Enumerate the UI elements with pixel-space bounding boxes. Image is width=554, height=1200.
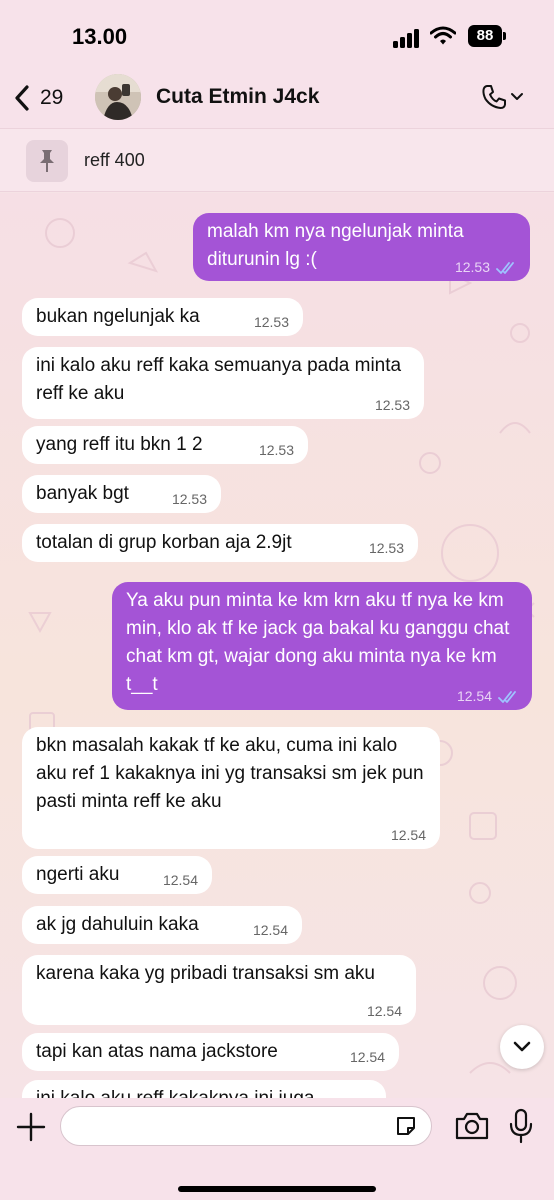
home-indicator (178, 1186, 376, 1192)
contact-name[interactable]: Cuta Etmin J4ck (156, 85, 319, 109)
back-unread-count: 29 (40, 86, 64, 109)
camera-icon[interactable] (454, 1110, 490, 1142)
message-text: bukan ngelunjak ka (36, 306, 200, 327)
pinned-text: reff 400 (84, 150, 145, 170)
battery-icon: 88 (468, 25, 502, 47)
avatar-photo (95, 74, 141, 120)
message-time: 12.54 (366, 1003, 402, 1019)
battery-tip (503, 32, 506, 40)
message-text: Ya aku pun minta ke km krn aku tf nya ke… (126, 590, 510, 695)
phone-icon (482, 85, 506, 109)
message-text: tapi kan atas nama jackstore (36, 1041, 278, 1062)
message-outgoing[interactable]: malah km nya ngelunjak minta diturunin l… (193, 213, 530, 281)
message-text: yang reff itu bkn 1 2 (36, 434, 203, 455)
message-text: ini kalo aku reff kaka semuanya pada min… (36, 355, 402, 404)
back-chevron-icon (15, 85, 29, 111)
message-time: 12.53 (374, 397, 410, 413)
read-ticks-icon (498, 691, 516, 703)
message-text: ak jg dahuluin kaka (36, 914, 199, 935)
message-time: 12.54 (162, 872, 198, 888)
read-ticks-icon (496, 262, 514, 274)
message-text: bkn masalah kakak tf ke aku, cuma ini ka… (36, 735, 424, 812)
message-text: totalan di grup korban aja 2.9jt (36, 532, 292, 553)
mic-icon[interactable] (508, 1108, 534, 1144)
chevron-down-icon (511, 93, 523, 100)
chat-header: 29 Cuta Etmin J4ck (0, 66, 554, 128)
pin-icon (40, 150, 54, 172)
message-input[interactable] (60, 1106, 432, 1146)
message-time: 12.54 (252, 922, 288, 938)
message-outgoing[interactable]: Ya aku pun minta ke km krn aku tf nya ke… (112, 582, 532, 710)
chevron-down-icon (513, 1041, 531, 1052)
message-text: karena kaka yg pribadi transaksi sm aku (36, 963, 375, 984)
wifi-icon (430, 26, 456, 45)
chat-area[interactable]: malah km nya ngelunjak minta diturunin l… (0, 193, 554, 1098)
plus-icon[interactable] (14, 1110, 48, 1144)
message-incoming[interactable]: ini kalo aku reff kaka semuanya pada min… (22, 347, 424, 419)
message-time: 12.53 (171, 491, 207, 507)
message-time: 12.54 (349, 1049, 385, 1065)
status-bar: 13.00 88 (0, 0, 554, 66)
message-incoming[interactable]: karena kaka yg pribadi transaksi sm aku … (22, 955, 416, 1025)
message-incoming[interactable]: banyak bgt 12.53 (22, 475, 221, 513)
message-time: 12.53 (258, 442, 294, 458)
message-incoming[interactable]: bkn masalah kakak tf ke aku, cuma ini ka… (22, 727, 440, 849)
message-incoming[interactable]: totalan di grup korban aja 2.9jt 12.53 (22, 524, 418, 562)
back-button[interactable]: 29 (14, 80, 63, 116)
status-time: 13.00 (72, 24, 128, 49)
message-time: 12.54 (390, 827, 426, 843)
call-button[interactable] (480, 80, 528, 114)
message-text: ini kalo aku reff kakaknya ini juga (36, 1085, 372, 1098)
message-incoming[interactable]: bukan ngelunjak ka 12.53 (22, 298, 303, 336)
signal-icon (393, 28, 419, 48)
message-incoming[interactable]: ini kalo aku reff kakaknya ini juga (22, 1080, 386, 1098)
message-incoming[interactable]: ngerti aku 12.54 (22, 856, 212, 894)
message-incoming[interactable]: tapi kan atas nama jackstore 12.54 (22, 1033, 399, 1071)
avatar[interactable] (95, 74, 141, 120)
message-time: 12.54 (456, 688, 492, 704)
scroll-to-bottom-button[interactable] (500, 1025, 544, 1069)
message-incoming[interactable]: ak jg dahuluin kaka 12.54 (22, 906, 302, 944)
message-time: 12.53 (368, 540, 404, 556)
message-time: 12.53 (253, 314, 289, 330)
message-incoming[interactable]: yang reff itu bkn 1 2 12.53 (22, 426, 308, 464)
composer-bar (0, 1098, 554, 1200)
sticker-icon[interactable] (394, 1114, 418, 1138)
pin-icon-box (26, 140, 68, 182)
message-time: 12.53 (454, 259, 490, 275)
pinned-message-bar[interactable]: reff 400 (0, 128, 554, 192)
